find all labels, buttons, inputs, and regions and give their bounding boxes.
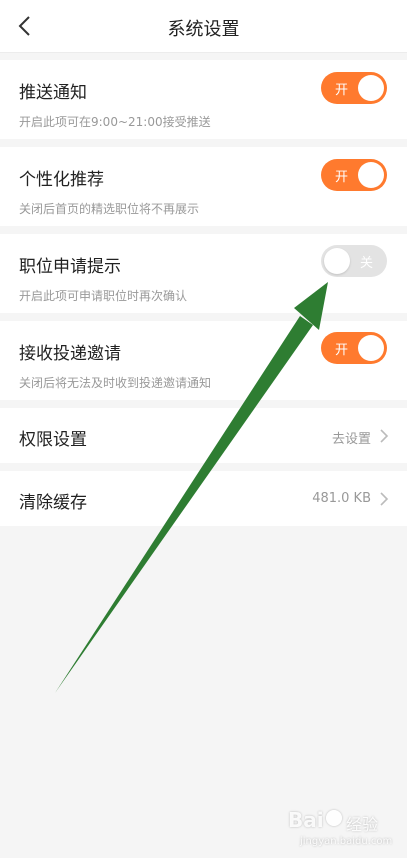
setting-personalized-recommend: 个性化推荐 关闭后首页的精选职位将不再展示 开 bbox=[0, 147, 407, 226]
nav-bar: 系统设置 bbox=[0, 0, 407, 53]
toggle-knob bbox=[324, 248, 350, 274]
chevron-right-icon bbox=[380, 492, 389, 506]
setting-description: 关闭后将无法及时收到投递邀请通知 bbox=[19, 376, 212, 390]
setting-push-notification: 推送通知 开启此项可在9:00~21:00接受推送 开 bbox=[0, 60, 407, 139]
toggle-knob bbox=[358, 162, 384, 188]
setting-title: 接收投递邀请 bbox=[19, 344, 121, 364]
apply-prompt-toggle[interactable]: 关 bbox=[321, 245, 387, 277]
toggle-knob bbox=[358, 75, 384, 101]
link-value: 去设置 bbox=[331, 432, 371, 447]
setting-title: 职位申请提示 bbox=[19, 257, 121, 277]
watermark-brand: Bai bbox=[288, 808, 324, 832]
push-notification-toggle[interactable]: 开 bbox=[321, 72, 387, 104]
personalized-recommend-toggle[interactable]: 开 bbox=[321, 159, 387, 191]
toggle-label: 开 bbox=[335, 343, 349, 358]
setting-description: 开启此项可申请职位时再次确认 bbox=[19, 289, 188, 303]
link-title: 权限设置 bbox=[19, 430, 87, 450]
setting-apply-prompt: 职位申请提示 开启此项可申请职位时再次确认 关 bbox=[0, 234, 407, 313]
setting-title: 推送通知 bbox=[19, 83, 87, 103]
permission-settings-row[interactable]: 权限设置 去设置 bbox=[0, 408, 407, 463]
toggle-label: 关 bbox=[359, 256, 373, 271]
baidu-paw-icon bbox=[326, 810, 342, 826]
toggle-label: 开 bbox=[335, 83, 349, 98]
link-value: 481.0 KB bbox=[312, 491, 371, 506]
setting-description: 开启此项可在9:00~21:00接受推送 bbox=[19, 115, 211, 129]
setting-delivery-invitation: 接收投递邀请 关闭后将无法及时收到投递邀请通知 开 bbox=[0, 321, 407, 400]
delivery-invitation-toggle[interactable]: 开 bbox=[321, 332, 387, 364]
setting-title: 个性化推荐 bbox=[19, 170, 104, 190]
watermark-suffix: 经验 bbox=[346, 815, 379, 834]
chevron-right-icon bbox=[380, 429, 389, 443]
link-title: 清除缓存 bbox=[19, 493, 87, 513]
watermark-url: jingyan.baidu.com bbox=[300, 836, 393, 847]
setting-description: 关闭后首页的精选职位将不再展示 bbox=[19, 202, 200, 216]
toggle-knob bbox=[358, 335, 384, 361]
clear-cache-row[interactable]: 清除缓存 481.0 KB bbox=[0, 471, 407, 526]
toggle-label: 开 bbox=[335, 170, 349, 185]
page-title: 系统设置 bbox=[167, 19, 240, 40]
